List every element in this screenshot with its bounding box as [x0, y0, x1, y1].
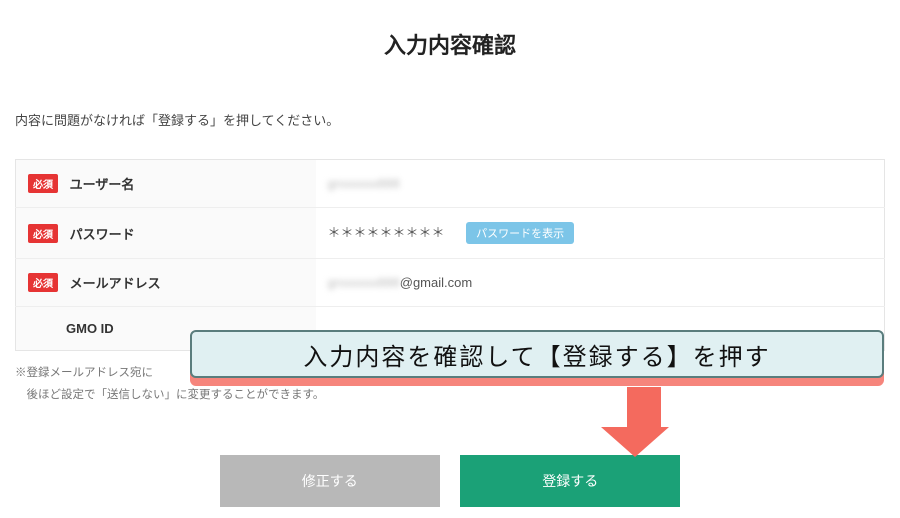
email-value-prefix: grxxxxxx888 — [328, 275, 400, 290]
table-row: 必須 メールアドレス grxxxxxx888@gmail.com — [16, 259, 885, 307]
instruction-callout: 入力内容を確認して【登録する】を押す — [190, 330, 884, 378]
username-label: ユーザー名 — [70, 177, 135, 192]
required-badge: 必須 — [28, 273, 58, 292]
instruction-text: 内容に問題がなければ「登録する」を押してください。 — [15, 110, 885, 129]
gmo-id-label: GMO ID — [28, 321, 114, 336]
password-value: ＊＊＊＊＊＊＊＊＊ — [328, 225, 445, 240]
required-badge: 必須 — [28, 224, 58, 243]
arrow-icon — [618, 387, 669, 457]
table-row: 必須 ユーザー名 grxxxxxx888 — [16, 160, 885, 208]
show-password-button[interactable]: パスワードを表示 — [466, 222, 574, 244]
page-title: 入力内容確認 — [15, 0, 885, 110]
password-label: パスワード — [70, 227, 135, 242]
email-label: メールアドレス — [70, 276, 161, 291]
note-line-2: 後ほど設定で「送信しない」に変更することができます。 — [15, 385, 885, 407]
note-line-1: ※登録メールアドレス宛に — [15, 367, 153, 379]
confirmation-table: 必須 ユーザー名 grxxxxxx888 必須 パスワード ＊＊＊＊＊＊＊＊＊ … — [15, 159, 885, 351]
submit-button[interactable]: 登録する — [460, 455, 680, 507]
username-value: grxxxxxx888 — [328, 176, 400, 191]
table-row: 必須 パスワード ＊＊＊＊＊＊＊＊＊ パスワードを表示 — [16, 208, 885, 259]
required-badge: 必須 — [28, 174, 58, 193]
button-row: 修正する 登録する — [15, 455, 885, 507]
edit-button[interactable]: 修正する — [220, 455, 440, 507]
email-value-suffix: @gmail.com — [400, 275, 472, 290]
